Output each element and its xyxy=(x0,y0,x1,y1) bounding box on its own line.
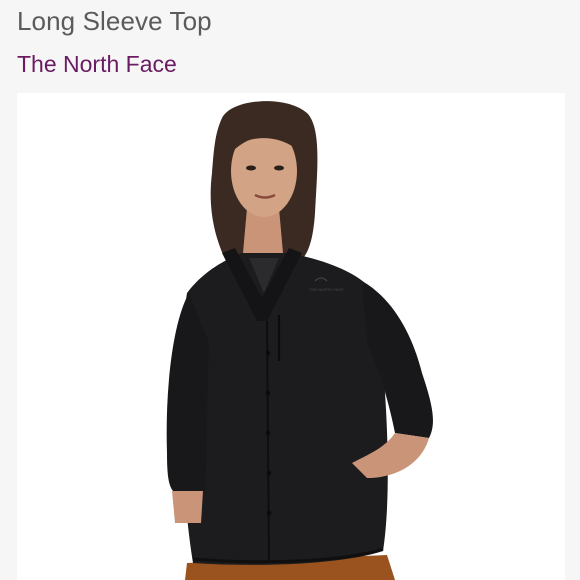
brand-logo: THE NORTH FACE xyxy=(309,287,344,292)
shirt-body xyxy=(181,253,388,565)
product-title: Long Sleeve Top xyxy=(17,6,212,36)
brand-link[interactable]: The North Face xyxy=(17,49,177,79)
left-hand xyxy=(172,491,203,523)
listing-page: Long Sleeve Top The North Face THE NORTH… xyxy=(0,0,580,580)
left-eye xyxy=(246,165,256,171)
product-photo[interactable]: THE NORTH FACE xyxy=(17,93,565,580)
right-eye xyxy=(274,165,284,171)
product-photo-illustration: THE NORTH FACE xyxy=(17,93,565,580)
